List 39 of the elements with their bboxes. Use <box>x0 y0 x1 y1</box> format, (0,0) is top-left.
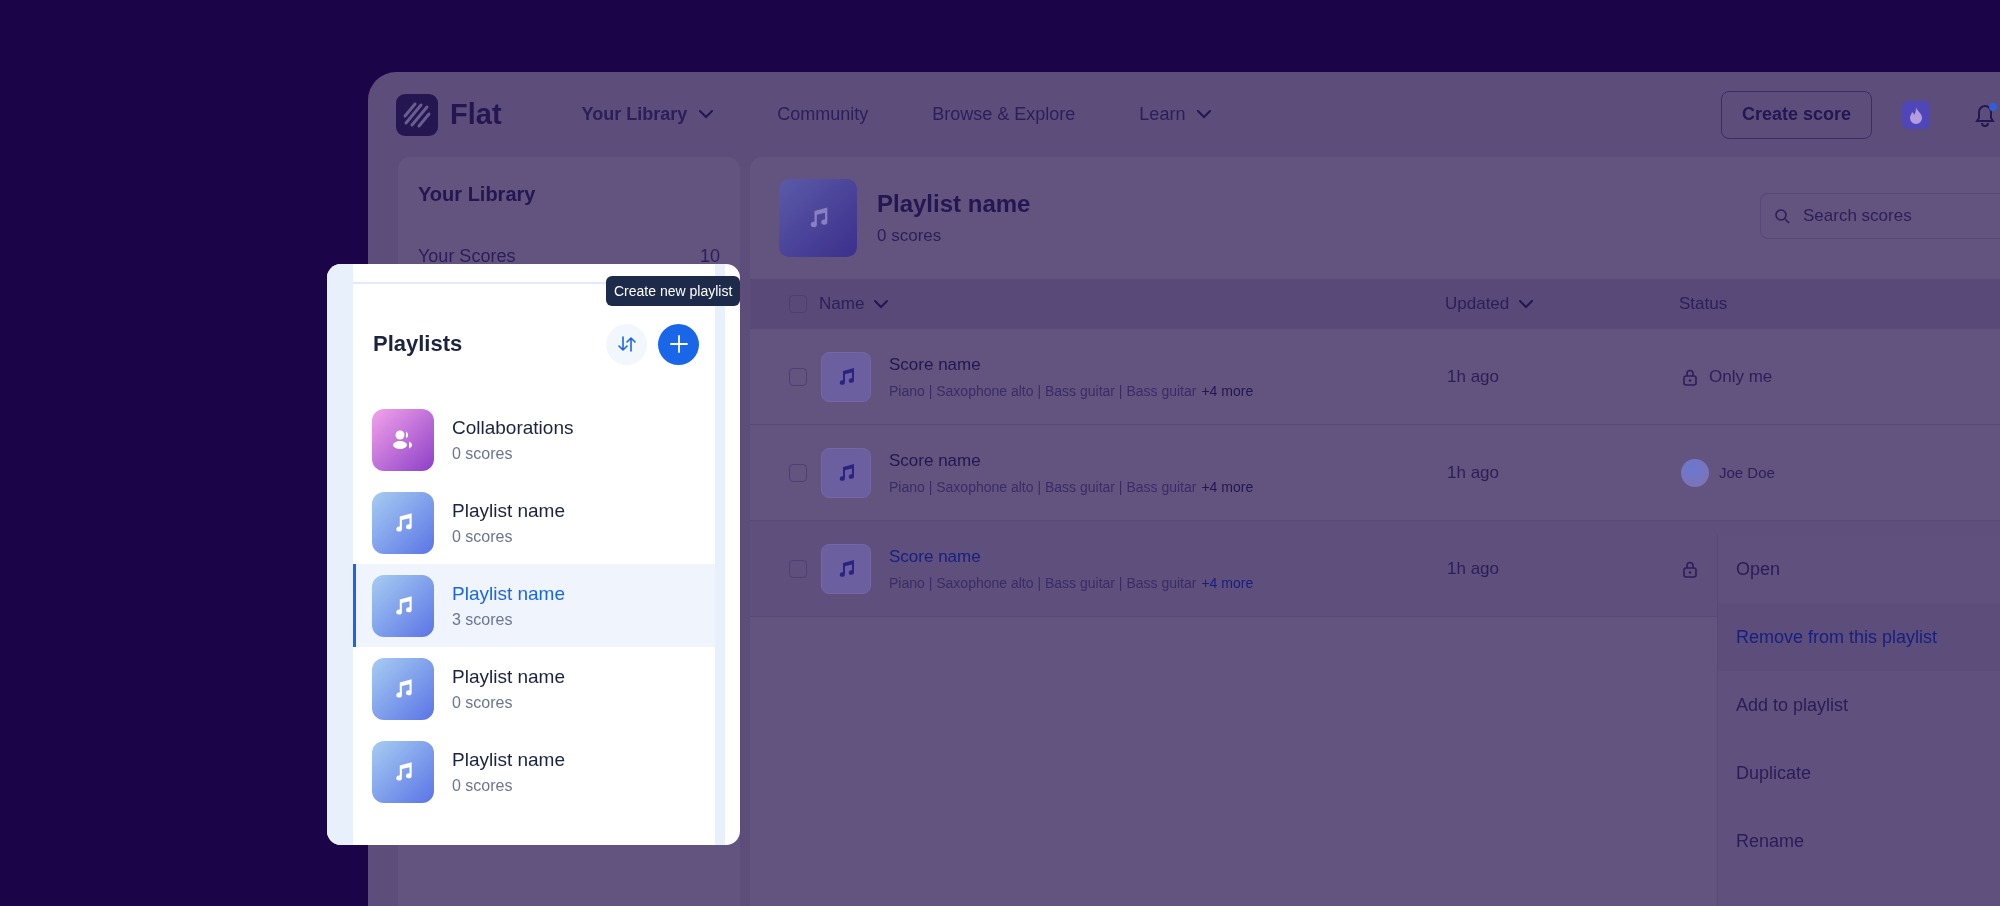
playlist-count: 0 scores <box>452 693 514 712</box>
tooltip: Create new playlist <box>606 276 740 306</box>
playlist-item[interactable]: Playlist name 3 scores <box>353 564 715 647</box>
playlist-name: Playlist name <box>452 665 565 688</box>
logo-icon[interactable] <box>396 93 438 136</box>
sort-arrows-icon <box>617 336 636 352</box>
logo-text[interactable]: Flat <box>450 98 502 131</box>
playlist-count: 0 scores <box>452 776 514 795</box>
sort-caret-icon <box>874 299 889 309</box>
create-score-button[interactable]: Create score <box>1720 90 1872 139</box>
sort-caret-icon <box>1519 299 1534 309</box>
playlist-item[interactable]: Playlist name 0 scores <box>353 730 715 813</box>
score-title[interactable]: Score name <box>889 450 1447 471</box>
playlist-name: Playlist name <box>452 582 565 605</box>
lock-icon <box>1681 559 1699 578</box>
more-instruments: +4 more <box>1201 574 1254 591</box>
lock-icon <box>1681 367 1699 386</box>
playlist-item[interactable]: Playlist name 0 scores <box>353 647 715 730</box>
score-title[interactable]: Score name <box>889 354 1447 375</box>
search-icon <box>1774 208 1790 224</box>
playlist-item[interactable]: Playlist name 0 scores <box>353 481 715 564</box>
playlist-name: Playlist name <box>452 499 565 522</box>
add-playlist-button[interactable] <box>658 323 699 365</box>
flame-icon[interactable] <box>1902 100 1930 129</box>
sort-button[interactable] <box>606 323 647 365</box>
score-title[interactable]: Score name <box>889 546 1447 567</box>
playlist-count: 3 scores <box>452 610 514 629</box>
sidebar-title: Your Library <box>418 183 537 206</box>
plus-icon <box>669 335 688 353</box>
playlist-count: 0 scores <box>452 527 514 546</box>
avatar-circle <box>1681 458 1709 487</box>
playlist-name: Playlist name <box>452 748 565 771</box>
playlist-item[interactable]: Collaborations 0 scores <box>353 398 715 481</box>
playlist-count: 0 scores <box>452 444 514 463</box>
playlists-title: Playlists <box>373 331 463 357</box>
more-instruments: +4 more <box>1201 382 1254 399</box>
playlist-name: Collaborations <box>452 416 574 439</box>
playlist-title: Playlist name <box>877 190 1031 218</box>
more-instruments: +4 more <box>1201 478 1254 495</box>
